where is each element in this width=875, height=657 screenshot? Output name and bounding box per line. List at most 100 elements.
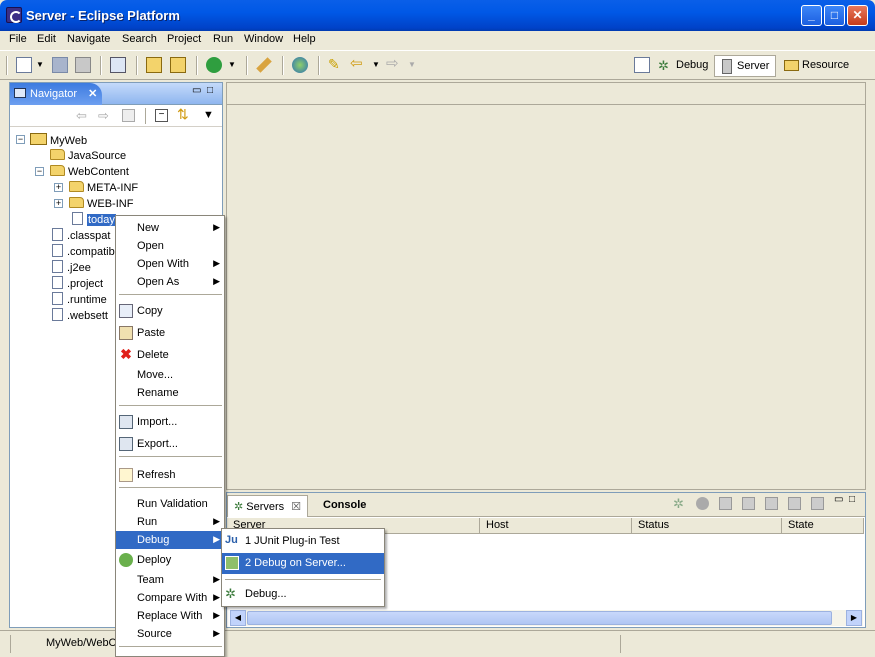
external-tools-icon[interactable] [256, 57, 272, 73]
eclipse-app-icon[interactable] [6, 7, 22, 23]
last-edit-icon[interactable]: ✎ [328, 56, 344, 72]
menu-item-refresh[interactable]: Refresh [116, 466, 224, 484]
expand-toggle[interactable]: + [54, 199, 63, 208]
perspective-resource[interactable]: Resource [780, 55, 853, 77]
menu-item-debug[interactable]: Debug ▶ [116, 531, 224, 549]
tree-item-today[interactable]: today [72, 212, 116, 226]
title-bar[interactable]: Server - Eclipse Platform _ □ ✕ [0, 0, 875, 31]
forward-icon[interactable]: ⇨ [98, 108, 109, 124]
tree-item-classpath[interactable]: .classpat [52, 228, 110, 242]
menu-project[interactable]: Project [167, 33, 201, 45]
tree-item-runtime[interactable]: .runtime [52, 292, 107, 306]
menu-item-source[interactable]: Source ▶ [116, 625, 224, 643]
menu-item-copy[interactable]: Copy [116, 302, 224, 320]
menu-help[interactable]: Help [293, 33, 316, 45]
up-icon[interactable] [122, 109, 135, 122]
minimize-view-icon[interactable]: ▭ [192, 85, 201, 96]
perspective-debug[interactable]: ✲ Debug [654, 55, 712, 77]
maximize-view-icon[interactable]: □ [849, 494, 855, 505]
menu-window[interactable]: Window [244, 33, 283, 45]
close-tab-icon[interactable]: ☒ [291, 501, 301, 513]
minimize-view-icon[interactable]: ▭ [834, 494, 843, 505]
open-type-icon[interactable] [110, 57, 126, 73]
maximize-button[interactable]: □ [824, 5, 845, 26]
restart-server-icon[interactable] [742, 497, 755, 510]
menu-search[interactable]: Search [122, 33, 157, 45]
open-perspective-icon[interactable] [634, 57, 650, 73]
print-icon[interactable] [75, 57, 91, 73]
back-arrow-icon[interactable]: ⇦ [350, 54, 366, 72]
tree-item-project[interactable]: MyWeb [30, 133, 87, 147]
menu-item-open[interactable]: Open [116, 237, 224, 255]
menu-item-replace-with[interactable]: Replace With ▶ [116, 607, 224, 625]
tree-item-j2ee[interactable]: .j2ee [52, 260, 91, 274]
menu-navigate[interactable]: Navigate [67, 33, 110, 45]
menu-item-rename[interactable]: Rename [116, 384, 224, 402]
forward-arrow-icon[interactable]: ⇨ [386, 54, 402, 72]
menu-item-run[interactable]: Run ▶ [116, 513, 224, 531]
tree-item-meta-inf[interactable]: META-INF [69, 181, 138, 194]
menu-item-deploy[interactable]: Deploy [116, 551, 224, 569]
link-with-editor-icon[interactable]: ⇅ [177, 106, 189, 123]
tab-console[interactable]: Console [317, 495, 372, 517]
menu-item-paste[interactable]: Paste [116, 324, 224, 342]
scroll-left-icon[interactable]: ◀ [230, 610, 246, 626]
tree-item-webcontent[interactable]: WebContent [50, 165, 129, 178]
menu-item-import[interactable]: Import... [116, 413, 224, 431]
publish-icon[interactable] [788, 497, 801, 510]
close-button[interactable]: ✕ [847, 5, 868, 26]
debug-server-icon[interactable]: ✲ [673, 496, 684, 512]
back-icon[interactable]: ⇦ [76, 108, 87, 124]
menu-item-export[interactable]: Export... [116, 435, 224, 453]
start-server-icon[interactable] [696, 497, 709, 510]
menu-item-new[interactable]: New ▶ [116, 219, 224, 237]
tree-item-compatibility[interactable]: .compatib [52, 244, 115, 258]
menu-edit[interactable]: Edit [37, 33, 56, 45]
editor-area[interactable] [226, 82, 866, 490]
run-icon[interactable] [206, 57, 222, 73]
menu-item-move[interactable]: Move... [116, 366, 224, 384]
new-project-icon[interactable] [146, 57, 162, 73]
tree-item-project-file[interactable]: .project [52, 276, 103, 290]
navigator-tab[interactable]: Navigator ✕ [10, 83, 102, 105]
close-tab-icon[interactable]: ✕ [88, 88, 97, 100]
collapse-toggle[interactable]: − [16, 135, 25, 144]
expand-toggle[interactable]: + [54, 183, 63, 192]
back-dropdown-icon[interactable]: ▼ [372, 60, 380, 76]
run-dropdown-icon[interactable]: ▼ [228, 60, 236, 76]
horizontal-scrollbar[interactable]: ◀ ▶ [230, 610, 863, 626]
column-state[interactable]: State [782, 518, 864, 534]
submenu-item-debug-on-server[interactable]: 2 Debug on Server... [222, 553, 384, 574]
column-host[interactable]: Host [480, 518, 632, 534]
submenu-item-debug-dialog[interactable]: ✲ Debug... [222, 585, 384, 603]
save-icon[interactable] [52, 57, 68, 73]
tab-servers[interactable]: ✲ Servers ☒ [227, 495, 309, 517]
menu-item-open-with[interactable]: Open With ▶ [116, 255, 224, 273]
menu-item-delete[interactable]: ✖ Delete [116, 346, 224, 364]
new-folder-icon[interactable] [170, 57, 186, 73]
stop-server-icon[interactable] [765, 497, 778, 510]
new-icon[interactable] [16, 57, 32, 73]
menu-item-compare-with[interactable]: Compare With ▶ [116, 589, 224, 607]
tree-item-javasource[interactable]: JavaSource [50, 149, 126, 162]
perspective-server[interactable]: Server [714, 55, 776, 77]
collapse-all-icon[interactable]: − [155, 109, 168, 122]
view-menu-icon[interactable]: ▼ [203, 109, 214, 121]
submenu-item-junit-plugin-test[interactable]: Ju 1 JUnit Plug-in Test [222, 532, 384, 550]
maximize-view-icon[interactable]: □ [207, 85, 213, 96]
forward-dropdown-icon[interactable]: ▼ [408, 60, 416, 76]
minimize-button[interactable]: _ [801, 5, 822, 26]
menu-file[interactable]: File [9, 33, 27, 45]
menu-run[interactable]: Run [213, 33, 233, 45]
disconnect-icon[interactable] [811, 497, 824, 510]
tree-item-web-inf[interactable]: WEB-INF [69, 197, 133, 210]
menu-item-open-as[interactable]: Open As ▶ [116, 273, 224, 291]
menu-item-team[interactable]: Team ▶ [116, 571, 224, 589]
menu-item-run-validation[interactable]: Run Validation [116, 495, 224, 513]
scroll-thumb[interactable] [247, 611, 832, 625]
collapse-toggle[interactable]: − [35, 167, 44, 176]
column-status[interactable]: Status [632, 518, 782, 534]
tree-item-websettings[interactable]: .websett [52, 308, 108, 322]
web-browser-icon[interactable] [292, 57, 308, 73]
profile-server-icon[interactable] [719, 497, 732, 510]
